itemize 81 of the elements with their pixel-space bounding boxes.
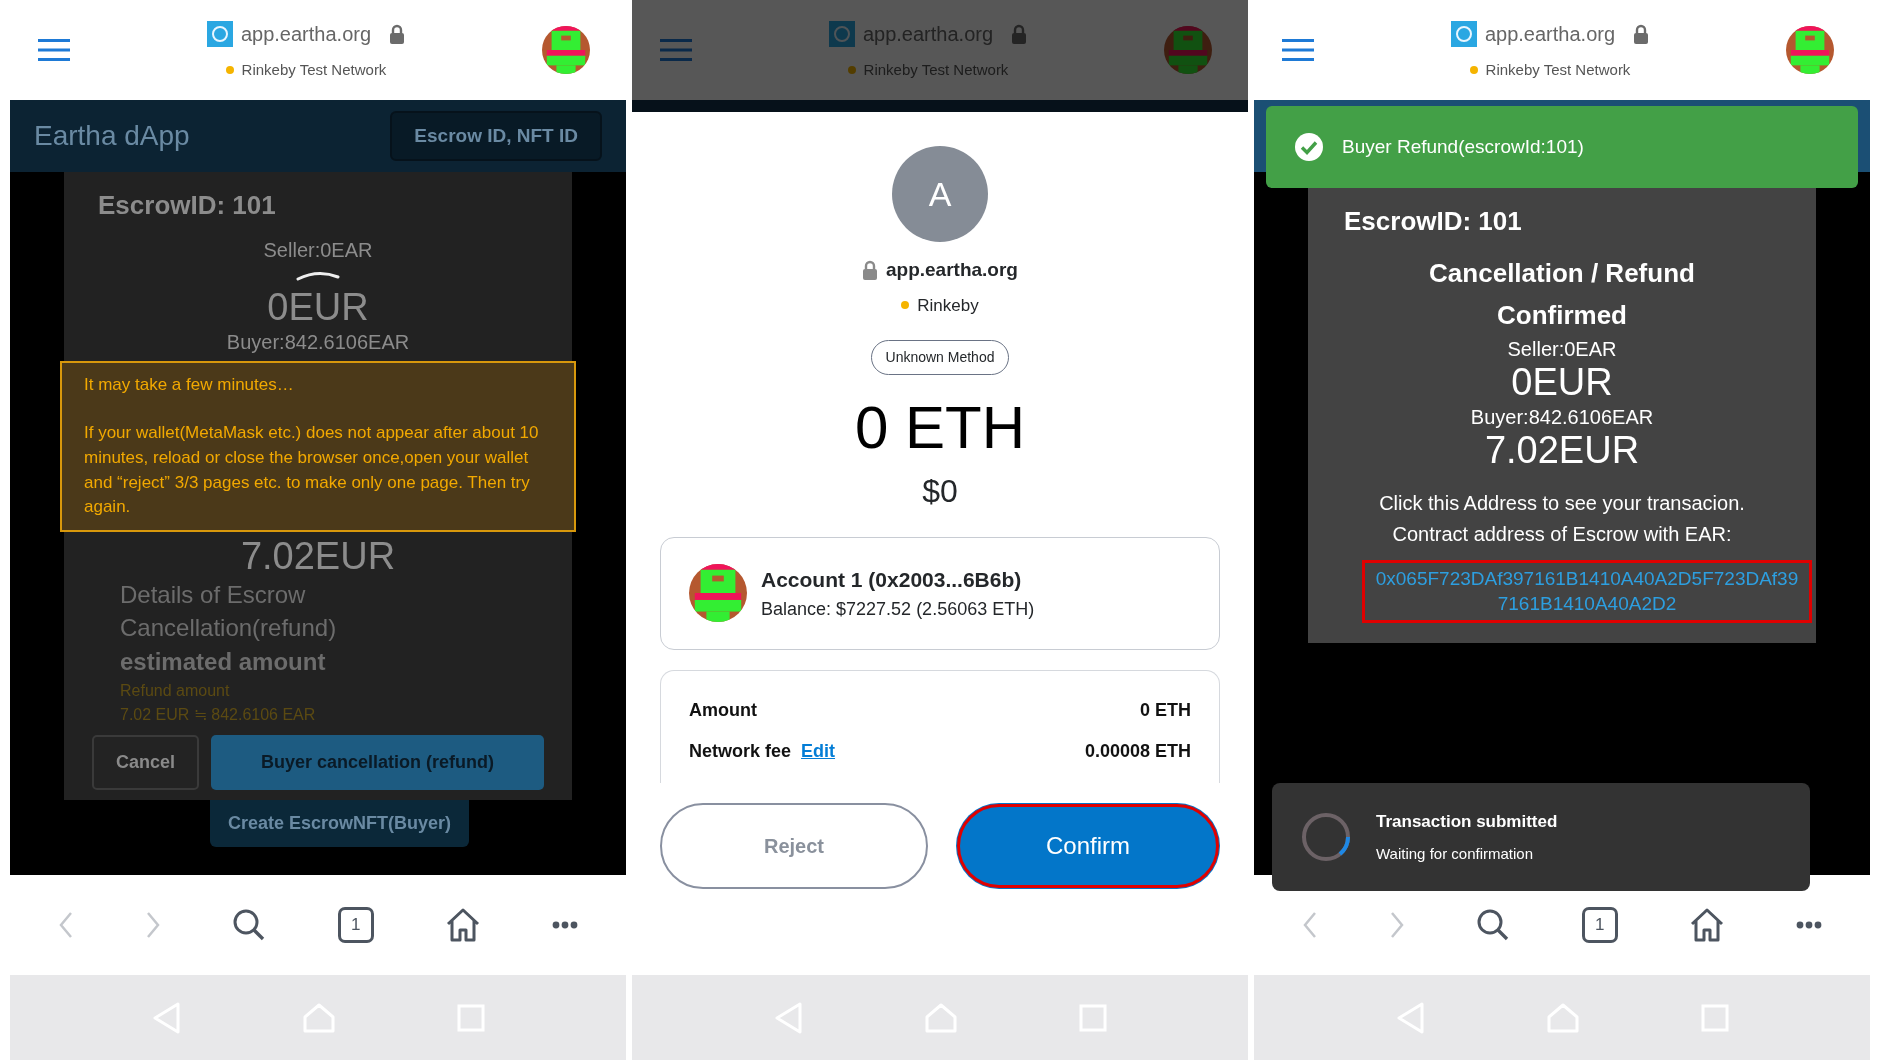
section-heading: Details of Escrow	[119, 579, 307, 610]
network-status-dot	[225, 66, 234, 74]
fiat-amount: $0	[922, 472, 958, 511]
check-icon	[1294, 132, 1324, 162]
search-icon[interactable]	[232, 908, 267, 942]
network-name: Rinkeby	[917, 294, 979, 317]
cancel-button[interactable]: Cancel	[92, 734, 200, 790]
toast-title: Transaction submitted	[1376, 811, 1558, 833]
escrow-search-button[interactable]: Escrow ID, NFT ID	[390, 110, 602, 162]
toast-subtitle: Waiting for confirmation	[1376, 843, 1534, 864]
escrow-id: EscrowID: 101	[97, 189, 277, 222]
network-name: Rinkeby Test Network	[1485, 59, 1631, 80]
seller-amount: 0EUR	[1510, 362, 1614, 404]
menu-icon[interactable]	[660, 39, 692, 61]
identicon-avatar	[1786, 26, 1834, 74]
section-heading: estimated amount	[119, 647, 327, 677]
buyer-label: Buyer:842.6106EAR	[225, 329, 411, 355]
search-icon[interactable]	[1476, 908, 1511, 942]
info-text: Click this Address to see your transacion.	[1378, 490, 1746, 516]
network-name: Rinkeby Test Network	[241, 59, 387, 80]
lock-icon	[389, 23, 406, 44]
edit-link[interactable]: Edit	[801, 737, 836, 765]
contract-address-link[interactable]: 0x065F723DAf397161B1410A40A2D5F723DAf397161B1410A40A2D2	[1362, 559, 1812, 624]
buyer-amount: 7.02EUR	[1483, 430, 1641, 472]
home-icon[interactable]	[444, 907, 481, 943]
more-icon[interactable]	[1796, 921, 1823, 929]
site-icon	[206, 20, 233, 47]
identicon-avatar	[542, 26, 590, 74]
home-icon[interactable]	[1688, 907, 1725, 943]
reject-button[interactable]: Reject	[660, 802, 928, 889]
refund-button[interactable]: Buyer cancellation (refund)	[211, 734, 544, 790]
create-nft-button[interactable]: Create EscrowNFT(Buyer)	[210, 799, 470, 847]
network-name: Rinkeby Test Network	[863, 59, 1009, 80]
app-title: Eartha dApp	[34, 119, 190, 153]
menu-icon[interactable]	[1282, 39, 1314, 61]
lock-icon	[862, 260, 878, 281]
back-icon[interactable]	[1301, 911, 1318, 939]
menu-icon[interactable]	[38, 39, 70, 61]
seller-amount: 0EUR	[266, 287, 370, 329]
account-balance: Balance: $7227.52 (2.56063 ETH)	[761, 597, 1035, 621]
site-icon	[828, 20, 855, 47]
url-text[interactable]: app.eartha.org	[240, 18, 372, 49]
toast-message: Buyer Refund(escrowId:101)	[1342, 134, 1584, 159]
account-avatar: A	[892, 146, 988, 242]
site-host: app.eartha.org	[886, 258, 1018, 282]
network-status-dot	[847, 66, 856, 74]
refund-value: 7.02 EUR ≒ 842.6106 EAR	[119, 704, 317, 725]
loading-spinner-icon	[295, 270, 341, 281]
eth-amount: 0 ETH	[854, 395, 1025, 461]
more-icon[interactable]	[552, 921, 579, 929]
detail-label: Network fee	[689, 739, 792, 763]
detail-value: 0.00008 ETH	[1084, 739, 1191, 763]
section-heading: Cancellation(refund)	[119, 613, 338, 644]
escrow-id: EscrowID: 101	[1343, 205, 1523, 238]
identicon-avatar	[689, 564, 747, 623]
url-text[interactable]: app.eartha.org	[1484, 18, 1616, 49]
forward-icon[interactable]	[145, 911, 161, 939]
status-heading: Cancellation / Refund Confirmed	[1428, 257, 1696, 332]
lock-icon	[1011, 23, 1028, 44]
identicon-avatar	[1164, 26, 1212, 74]
tab-count-button[interactable]: 1	[337, 907, 374, 943]
confirm-button[interactable]: Confirm	[956, 802, 1220, 889]
detail-value: 0 ETH	[1140, 698, 1191, 722]
detail-label: Amount	[689, 698, 757, 722]
info-text: Contract address of Escrow with EAR:	[1391, 521, 1733, 547]
network-status-dot	[901, 301, 910, 310]
seller-label: Seller:0EAR	[262, 238, 374, 263]
loading-spinner-icon	[1300, 811, 1352, 863]
warning-text: It may take a few minutes…	[84, 373, 295, 396]
warning-text: If your wallet(MetaMask etc.) does not appear after about 10 minutes, reload or close the browser once,open your wallet and “reject” 3/3 pages etc. to make only one page. Then try again.	[84, 422, 540, 519]
refund-label: Refund amount	[119, 680, 231, 701]
seller-label: Seller:0EAR	[1506, 337, 1618, 363]
site-icon	[1450, 20, 1477, 47]
forward-icon[interactable]	[1389, 911, 1405, 939]
buyer-label: Buyer:842.6106EAR	[1469, 405, 1655, 430]
network-status-dot	[1469, 66, 1478, 74]
account-name: Account 1 (0x2003...6B6b)	[761, 567, 1023, 593]
tab-count-button[interactable]: 1	[1581, 907, 1618, 943]
back-icon[interactable]	[57, 911, 74, 939]
buyer-amount: 7.02EUR	[239, 536, 397, 578]
lock-icon	[1633, 23, 1650, 44]
